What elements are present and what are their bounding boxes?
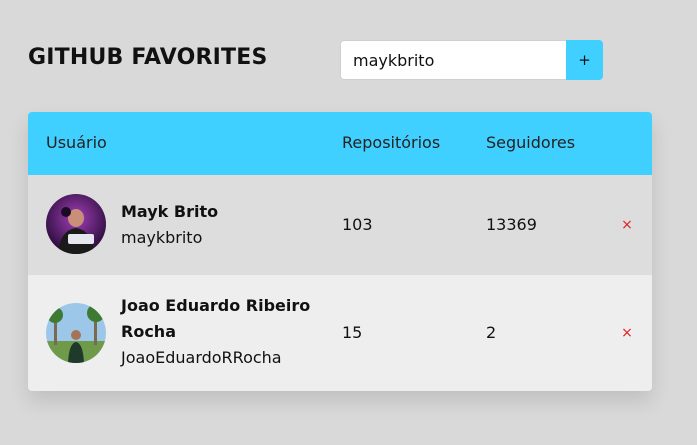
- avatar-image: [46, 303, 106, 363]
- repos-count: 15: [342, 323, 363, 342]
- followers-count: 13369: [486, 215, 537, 234]
- header: GITHUB FAVORITES +: [28, 40, 603, 80]
- avatar-image: [46, 194, 106, 254]
- user-login: maykbrito: [121, 228, 203, 247]
- table-row: Mayk Brito maykbrito 103 13369 ×: [28, 175, 652, 275]
- avatar: [46, 303, 106, 363]
- search-input[interactable]: [340, 40, 566, 80]
- favorites-table: Usuário Repositórios Seguidores Mayk Bri…: [28, 112, 652, 391]
- repos-count: 103: [342, 215, 373, 234]
- user-name: Mayk Brito: [121, 202, 219, 221]
- table-header: Usuário Repositórios Seguidores: [28, 112, 652, 175]
- followers-count: 2: [486, 323, 497, 342]
- remove-button[interactable]: ×: [618, 216, 636, 234]
- table-row: Joao Eduardo Ribeiro Rocha JoaoEduardoRR…: [28, 275, 652, 391]
- header-followers: Seguidores: [486, 133, 576, 152]
- header-repos: Repositórios: [342, 133, 441, 152]
- add-favorite-button[interactable]: +: [566, 40, 603, 80]
- user-login: JoaoEduardoRRocha: [121, 348, 282, 367]
- remove-button[interactable]: ×: [618, 324, 636, 342]
- search-form: +: [340, 40, 603, 80]
- header-user: Usuário: [46, 133, 107, 152]
- user-name: Joao Eduardo Ribeiro Rocha: [121, 296, 311, 341]
- page-title: GITHUB FAVORITES: [28, 45, 268, 70]
- avatar: [46, 194, 106, 254]
